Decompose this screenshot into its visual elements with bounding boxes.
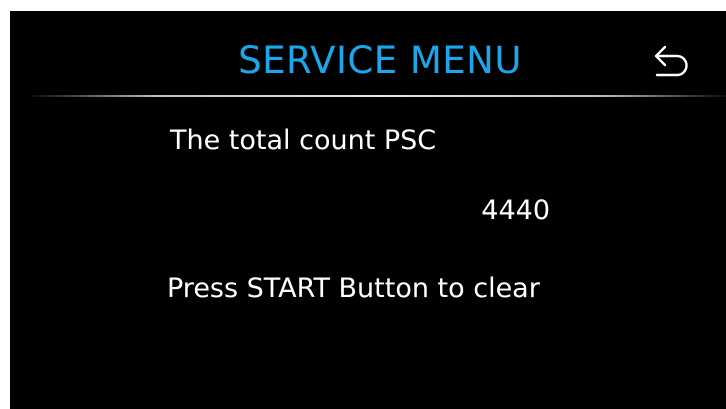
service-menu-screen: SERVICE MENU The total count PSC 4440 Pr… — [10, 11, 726, 409]
header-divider — [32, 95, 726, 97]
back-button[interactable] — [644, 36, 692, 78]
page-title: SERVICE MENU — [238, 39, 522, 82]
clear-instruction-text: Press START Button to clear — [167, 273, 540, 304]
return-arrow-icon — [644, 36, 692, 78]
total-count-value: 4440 — [481, 195, 550, 226]
total-count-label: The total count PSC — [170, 125, 437, 156]
